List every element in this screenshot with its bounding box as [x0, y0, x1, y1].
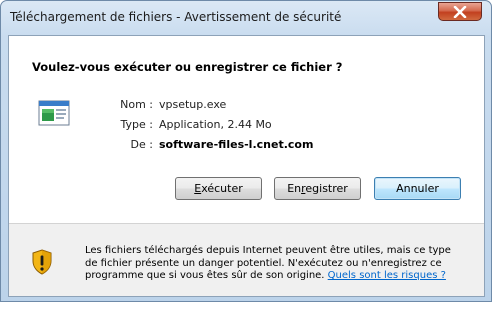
from-label: De : [130, 138, 153, 151]
warning-line-1: Les fichiers téléchargés depuis Internet… [85, 245, 451, 256]
warning-line-3-text: programme que si vous êtes sûr de son or… [85, 270, 325, 281]
window-title: Téléchargement de fichiers - Avertisseme… [10, 10, 342, 24]
cancel-button-label: Annuler [396, 182, 439, 195]
save-button-label: Enregistrer [287, 182, 348, 195]
run-button[interactable]: Exécuter [175, 177, 262, 200]
dialog-question: Voulez-vous exécuter ou enregistrer ce f… [32, 60, 343, 74]
application-file-icon [38, 100, 70, 126]
save-button[interactable]: Enregistrer [274, 177, 361, 200]
file-name-value: vpsetup.exe [159, 98, 227, 111]
file-type-value: Application, 2.44 Mo [159, 118, 272, 131]
field-labels: Nom : Type : De : [69, 96, 153, 166]
title-bar[interactable]: Téléchargement de fichiers - Avertisseme… [1, 1, 491, 35]
run-button-label: Exécuter [194, 182, 243, 195]
type-label: Type : [120, 118, 153, 131]
dialog-body: Voulez-vous exécuter ou enregistrer ce f… [8, 35, 485, 297]
warning-section: Les fichiers téléchargés depuis Internet… [9, 224, 484, 296]
security-warning-dialog: Téléchargement de fichiers - Avertisseme… [0, 0, 492, 302]
warning-line-3: programme que si vous êtes sûr de son or… [85, 270, 477, 283]
warning-text: Les fichiers téléchargés depuis Internet… [85, 245, 477, 283]
warning-line-2: de fichier présente un danger potentiel.… [85, 257, 442, 269]
field-values: vpsetup.exe Application, 2.44 Mo softwar… [159, 96, 459, 166]
close-button[interactable] [438, 2, 482, 21]
name-label: Nom : [120, 98, 153, 111]
close-icon [453, 5, 467, 18]
risks-link[interactable]: Quels sont les risques ? [328, 270, 446, 281]
file-source-value: software-files-l.cnet.com [159, 138, 314, 151]
shield-warning-icon [32, 249, 52, 275]
cancel-button[interactable]: Annuler [374, 177, 461, 200]
